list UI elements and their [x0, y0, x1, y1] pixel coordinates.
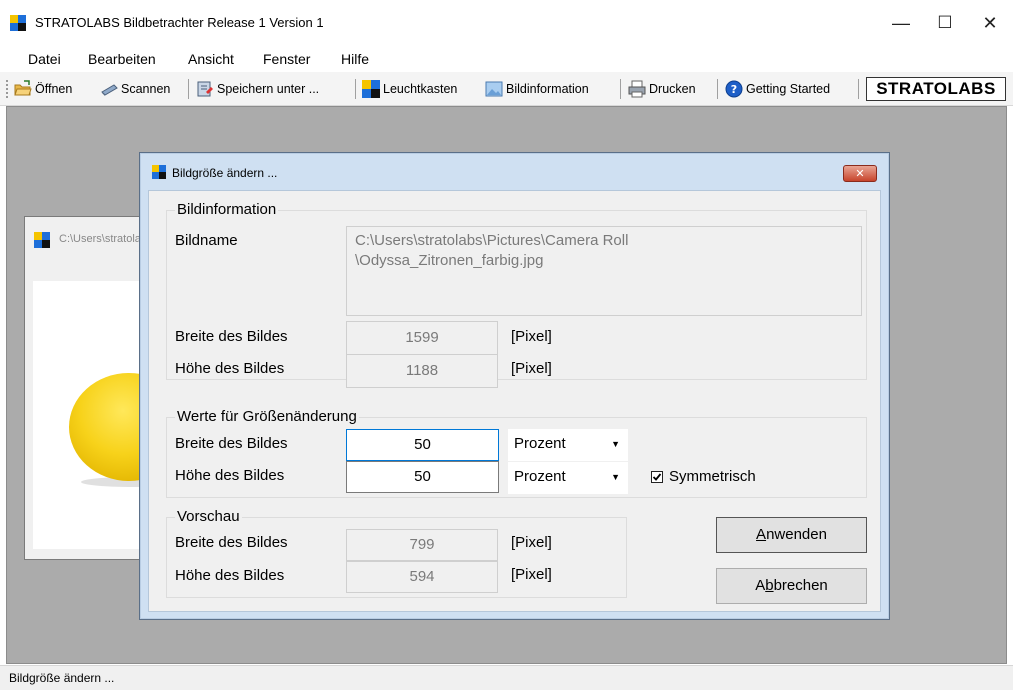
lightbox-label: Leuchtkasten — [383, 82, 458, 96]
brand-logo: STRATOLABS — [866, 77, 1006, 101]
original-width-label: Breite des Bildes — [175, 328, 288, 345]
save-as-label: Speichern unter ... — [217, 82, 320, 96]
checkbox-checked-icon — [651, 470, 663, 483]
image-name-field: C:\Users\stratolabs\Pictures\Camera Roll… — [346, 226, 862, 316]
menu-datei[interactable]: Datei — [28, 51, 61, 67]
new-width-input[interactable]: 50 — [346, 429, 499, 461]
new-height-input[interactable]: 50 — [346, 461, 499, 493]
image-info-legend: Bildinformation — [175, 201, 279, 218]
image-name-line2: \Odyssa_Zitronen_farbig.jpg — [355, 252, 544, 269]
open-label: Öffnen — [35, 82, 73, 96]
preview-height-label: Höhe des Bildes — [175, 567, 285, 584]
chevron-down-icon: ▼ — [611, 472, 620, 482]
toolbar: Öffnen Scannen Speichern unter ... Leuch… — [0, 72, 1013, 106]
new-height-label: Höhe des Bildes — [175, 467, 285, 484]
lightbox-button[interactable]: Leuchtkasten — [362, 78, 457, 100]
close-button[interactable]: ✕ — [967, 8, 1013, 38]
image-name-line1: C:\Users\stratolabs\Pictures\Camera Roll — [355, 232, 629, 249]
toolbar-separator — [858, 79, 859, 99]
image-canvas — [33, 281, 149, 549]
preview-height-value: 594 — [346, 561, 498, 593]
preview-width-unit: [Pixel] — [511, 534, 552, 551]
original-height-unit: [Pixel] — [511, 360, 552, 377]
chevron-down-icon: ▼ — [611, 439, 620, 449]
scan-label: Scannen — [121, 82, 171, 96]
preview-width-value: 799 — [346, 529, 498, 561]
scanner-icon — [100, 80, 118, 98]
save-as-icon — [196, 80, 214, 98]
menu-ansicht[interactable]: Ansicht — [188, 51, 234, 67]
image-info-icon — [485, 80, 503, 98]
toolbar-separator — [717, 79, 718, 99]
getting-started-button[interactable]: ? Getting Started — [725, 78, 830, 100]
help-icon: ? — [725, 80, 743, 98]
maximize-button[interactable]: ☐ — [922, 8, 968, 38]
dialog-body: Bildinformation Bildname C:\Users\strato… — [148, 190, 881, 612]
status-bar: Bildgröße ändern ... — [0, 665, 1013, 690]
child-window-icon — [34, 232, 50, 248]
svg-text:?: ? — [731, 83, 737, 96]
image-child-window[interactable]: C:\Users\stratolabs\Pictures\Camera Roll… — [24, 216, 149, 560]
scan-button[interactable]: Scannen — [100, 78, 170, 100]
menu-fenster[interactable]: Fenster — [263, 51, 310, 67]
width-unit-select[interactable]: Prozent ▼ — [508, 429, 628, 461]
height-unit-select[interactable]: Prozent ▼ — [508, 462, 628, 494]
image-info-label: Bildinformation — [506, 82, 589, 96]
cancel-button[interactable]: Abbrechen — [716, 568, 867, 604]
original-height-value: 1188 — [346, 354, 498, 388]
menu-hilfe[interactable]: Hilfe — [341, 51, 369, 67]
toolbar-grip[interactable] — [6, 80, 8, 98]
getting-started-label: Getting Started — [746, 82, 831, 96]
original-height-label: Höhe des Bildes — [175, 360, 285, 377]
printer-icon — [628, 80, 646, 98]
original-width-value: 1599 — [346, 321, 498, 355]
window-title: STRATOLABS Bildbetrachter Release 1 Vers… — [35, 15, 324, 30]
status-text: Bildgröße ändern ... — [9, 671, 115, 685]
image-info-button[interactable]: Bildinformation — [485, 78, 589, 100]
app-icon — [10, 15, 26, 31]
original-width-unit: [Pixel] — [511, 328, 552, 345]
child-window-title: C:\Users\stratolabs\Pictures\Camera Roll… — [59, 233, 147, 245]
apply-button[interactable]: Anwenden — [716, 517, 867, 553]
lightbox-icon — [362, 80, 380, 98]
dialog-icon — [152, 165, 166, 179]
dialog-close-button[interactable]: ✕ — [843, 165, 877, 182]
symmetric-checkbox[interactable]: Symmetrisch — [651, 468, 756, 485]
dialog-title: Bildgröße ändern ... — [172, 166, 278, 180]
toolbar-separator — [188, 79, 189, 99]
symmetric-label: Symmetrisch — [669, 468, 756, 485]
lemon-image — [69, 373, 149, 481]
toolbar-separator — [620, 79, 621, 99]
image-name-label: Bildname — [175, 232, 238, 249]
width-unit-value: Prozent — [514, 435, 566, 452]
toolbar-separator — [355, 79, 356, 99]
resize-values-legend: Werte für Größenänderung — [175, 408, 359, 425]
resize-dialog: Bildgröße ändern ... ✕ Bildinformation B… — [139, 152, 890, 620]
menu-bearbeiten[interactable]: Bearbeiten — [88, 51, 156, 67]
save-as-button[interactable]: Speichern unter ... — [196, 78, 319, 100]
print-label: Drucken — [649, 82, 696, 96]
minimize-button[interactable]: — — [878, 8, 924, 38]
open-button[interactable]: Öffnen — [14, 78, 72, 100]
preview-width-label: Breite des Bildes — [175, 534, 288, 551]
folder-open-icon — [14, 80, 32, 98]
preview-legend: Vorschau — [175, 508, 242, 525]
new-width-label: Breite des Bildes — [175, 435, 288, 452]
title-bar: STRATOLABS Bildbetrachter Release 1 Vers… — [0, 0, 1013, 46]
dialog-title-bar: Bildgröße ändern ... ✕ — [140, 153, 889, 189]
preview-height-unit: [Pixel] — [511, 566, 552, 583]
height-unit-value: Prozent — [514, 468, 566, 485]
menu-bar: Datei Bearbeiten Ansicht Fenster Hilfe — [0, 46, 1013, 72]
print-button[interactable]: Drucken — [628, 78, 696, 100]
